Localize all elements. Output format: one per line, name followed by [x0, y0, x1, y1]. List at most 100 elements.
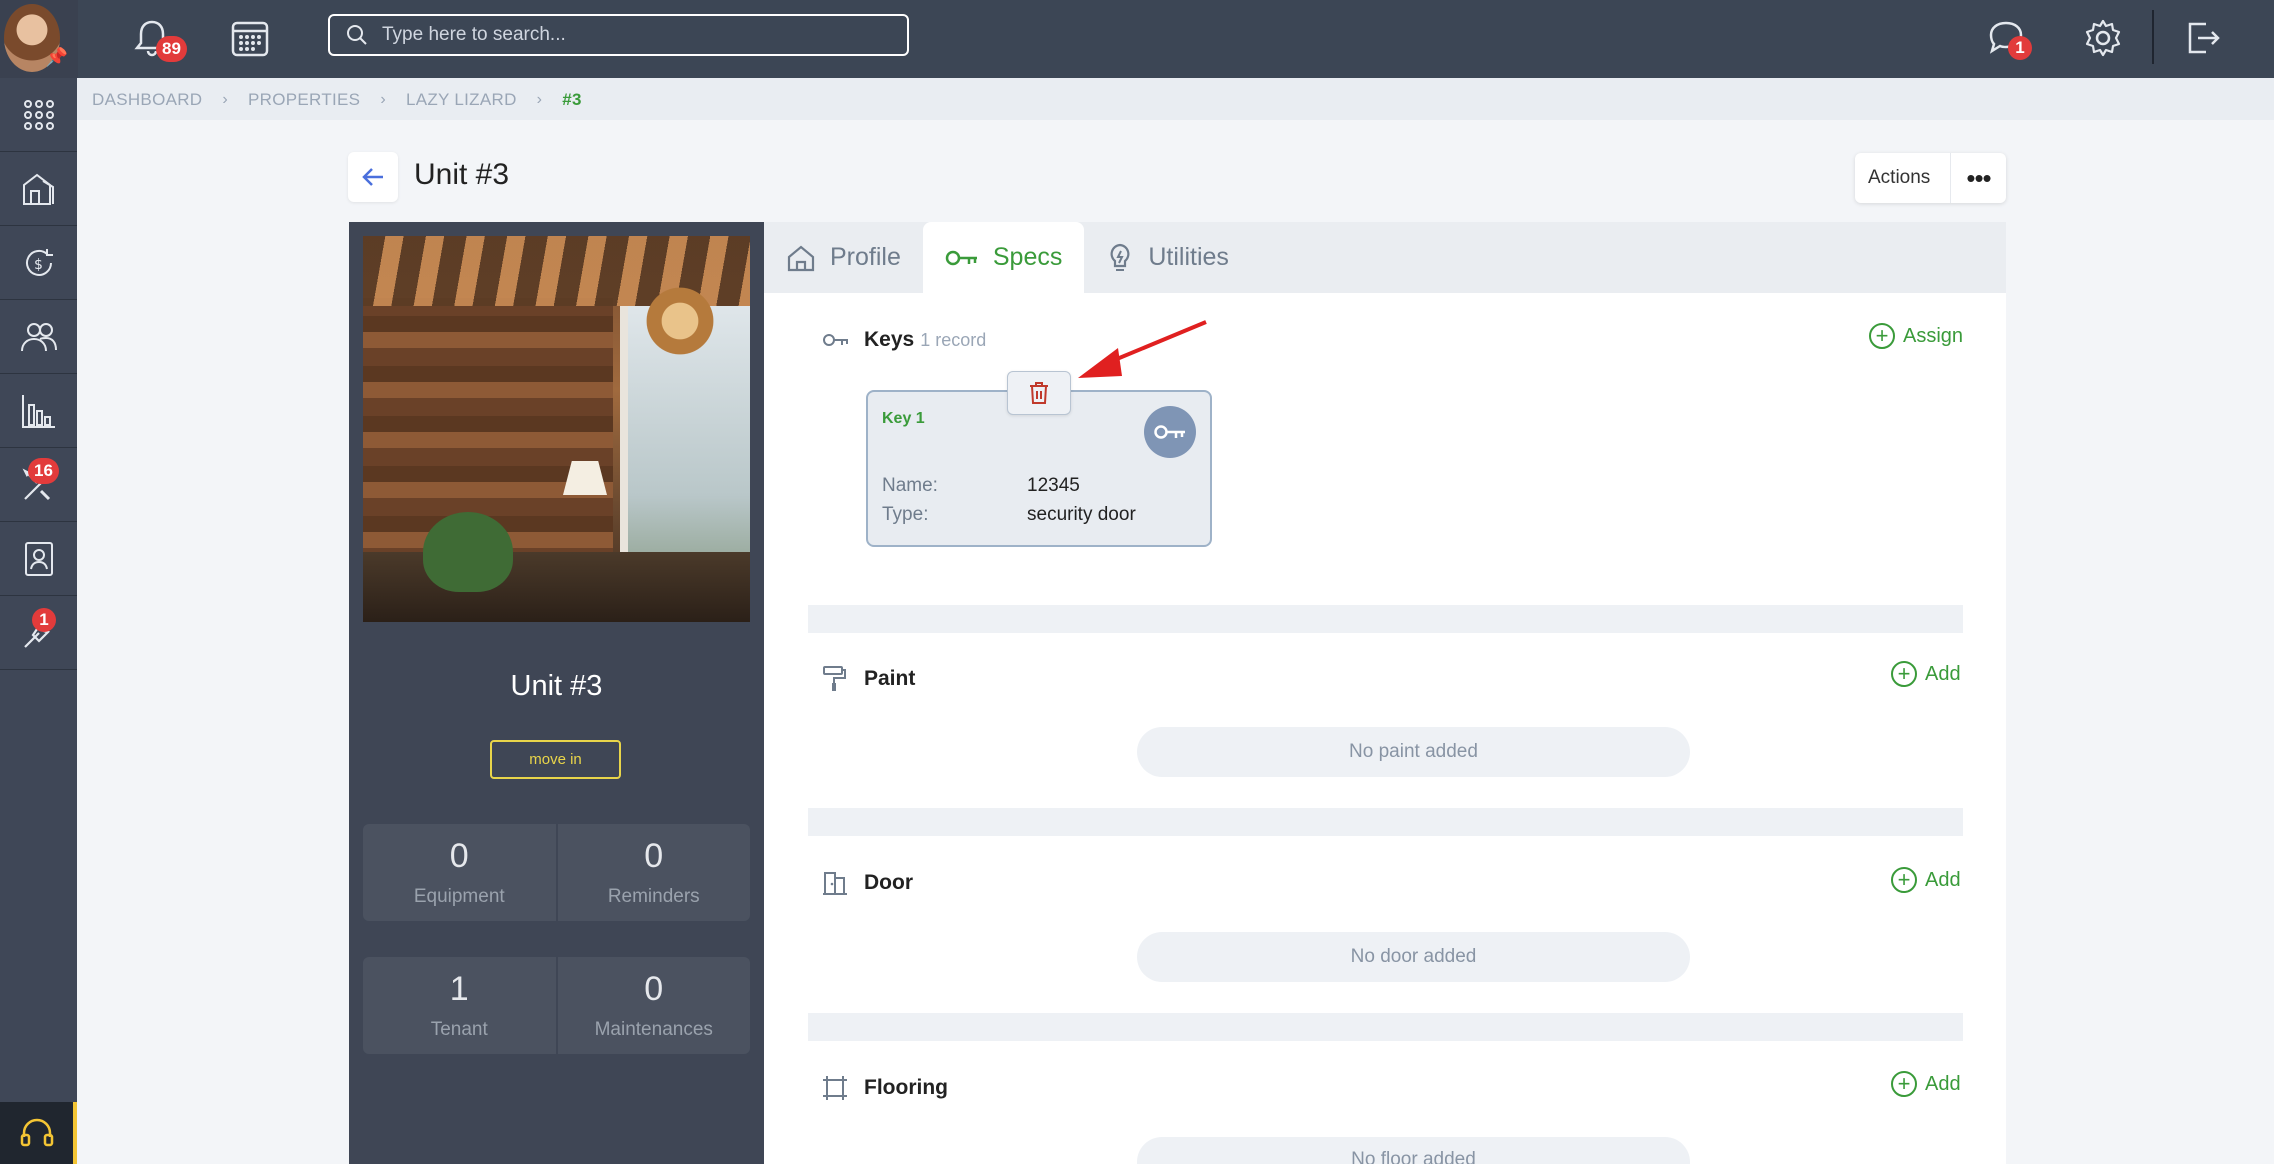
tab-label: Specs	[992, 243, 1063, 271]
breadcrumb-current: #3	[562, 90, 582, 109]
stat-equipment[interactable]: 0 Equipment	[363, 824, 556, 921]
svg-text:$: $	[34, 257, 43, 273]
stat-value: 1	[449, 970, 469, 1008]
key-icon	[823, 334, 848, 346]
stat-label: Tenant	[430, 1019, 488, 1040]
sidebar-item-finance[interactable]: $	[0, 226, 77, 300]
tab-utilities[interactable]: Utilities	[1084, 222, 1251, 293]
stat-tenant[interactable]: 1 Tenant	[363, 957, 556, 1054]
stats-row-2: 1 Tenant 0 Maintenances	[363, 957, 750, 1054]
stat-reminders[interactable]: 0 Reminders	[555, 824, 751, 921]
breadcrumb-dashboard[interactable]: DASHBOARD	[92, 90, 202, 110]
trash-icon	[1030, 382, 1048, 404]
gear-icon	[2085, 19, 2121, 57]
add-paint-button[interactable]: + Add	[1891, 661, 1961, 687]
arrow-left-icon	[362, 168, 383, 186]
add-label: Add	[1925, 1072, 1961, 1095]
actions-label[interactable]: Actions	[1855, 167, 1950, 189]
tab-bar: Profile Specs Utilities	[764, 222, 2006, 293]
support-button[interactable]	[0, 1102, 77, 1164]
stat-label: Maintenances	[594, 1019, 713, 1040]
properties-icon	[22, 173, 54, 205]
stat-value: 0	[644, 970, 664, 1008]
key-type-value: security door	[1027, 504, 1136, 525]
stat-value: 0	[644, 837, 664, 875]
sidebar-item-tools[interactable]: 1	[0, 596, 77, 670]
move-in-button[interactable]: move in	[490, 740, 621, 779]
key-type-label: Type:	[882, 504, 929, 525]
pin-icon[interactable]: 📌	[46, 47, 68, 68]
plus-circle-icon: +	[1891, 867, 1917, 893]
breadcrumb-property[interactable]: LAZY LIZARD	[406, 90, 517, 110]
annotation-arrow	[1078, 320, 1207, 378]
people-icon	[20, 322, 57, 351]
key-icon	[945, 250, 977, 265]
user-avatar[interactable]: 📌	[0, 0, 78, 78]
more-options-icon[interactable]: •••	[1950, 153, 2006, 203]
apps-grid-icon	[23, 99, 54, 130]
top-bar: 📌 89 1	[0, 0, 2274, 78]
search-bar[interactable]	[328, 14, 909, 56]
sidebar-item-reports[interactable]	[0, 374, 77, 448]
search-input[interactable]	[382, 24, 862, 46]
tab-specs[interactable]: Specs	[922, 222, 1085, 293]
key-type-row: Type: security door	[882, 504, 1136, 526]
add-door-button[interactable]: + Add	[1891, 867, 1961, 893]
tab-profile[interactable]: Profile	[764, 222, 923, 293]
door-empty-state: No door added	[1137, 932, 1690, 982]
key-name-label: Name:	[882, 475, 938, 496]
page-title: Unit #3	[414, 158, 510, 191]
sidebar: $ 16 1	[0, 78, 77, 1164]
notifications-button[interactable]: 89	[128, 14, 187, 62]
section-title-text: Keys	[864, 328, 915, 351]
tab-label: Utilities	[1148, 243, 1229, 271]
sidebar-item-people[interactable]	[0, 300, 77, 374]
calendar-button[interactable]	[226, 14, 274, 62]
section-separator	[808, 1013, 1963, 1041]
paint-section-title: Paint	[822, 665, 915, 693]
key-name-row: Name: 12345	[882, 475, 1080, 497]
stats-row-1: 0 Equipment 0 Reminders	[363, 824, 750, 921]
messages-button[interactable]: 1	[1982, 14, 2032, 62]
settings-button[interactable]	[2079, 14, 2127, 62]
unit-detail-content: Profile Specs Utilities Keys 1 record + …	[764, 222, 2006, 1164]
unit-photo[interactable]	[363, 236, 750, 622]
sidebar-item-apps[interactable]	[0, 78, 77, 152]
sidebar-item-properties[interactable]	[0, 152, 77, 226]
add-label: Add	[1925, 662, 1961, 685]
chevron-right-icon: ›	[536, 91, 543, 108]
delete-key-button[interactable]	[1007, 371, 1071, 415]
stat-maintenances[interactable]: 0 Maintenances	[555, 957, 751, 1054]
key-avatar-icon	[1144, 406, 1196, 458]
back-button[interactable]	[348, 152, 398, 202]
headset-icon	[20, 1118, 53, 1147]
chevron-right-icon: ›	[222, 91, 229, 108]
sidebar-item-maintenance[interactable]: 16	[0, 448, 77, 522]
assign-label: Assign	[1903, 324, 1964, 347]
chevron-right-icon: ›	[380, 91, 386, 108]
topbar-divider	[2152, 10, 2154, 64]
door-icon	[823, 872, 847, 895]
finance-icon: $	[25, 248, 53, 276]
section-title-text: Door	[864, 871, 913, 894]
logout-button[interactable]	[2178, 14, 2226, 62]
paint-empty-state: No paint added	[1137, 727, 1690, 777]
breadcrumb-properties[interactable]: PROPERTIES	[248, 90, 360, 110]
search-icon	[347, 25, 367, 45]
sidebar-item-contacts[interactable]	[0, 522, 77, 596]
add-label: Add	[1925, 868, 1961, 891]
keys-section-title: Keys 1 record	[822, 328, 986, 352]
home-icon	[787, 245, 815, 271]
assign-key-button[interactable]: + Assign	[1869, 323, 1963, 349]
lightbulb-icon	[1110, 243, 1130, 271]
contacts-icon	[24, 541, 53, 576]
add-flooring-button[interactable]: + Add	[1891, 1071, 1961, 1097]
flooring-empty-state: No floor added	[1137, 1137, 1690, 1164]
record-count: 1 record	[920, 329, 987, 350]
actions-menu[interactable]: Actions •••	[1855, 153, 2006, 203]
unit-summary-panel: Unit #3 move in 0 Equipment 0 Reminders …	[349, 222, 764, 1164]
section-title-text: Paint	[864, 667, 916, 690]
flooring-icon	[823, 1076, 847, 1100]
breadcrumb: DASHBOARD › PROPERTIES › LAZY LIZARD › #…	[92, 88, 582, 112]
messages-badge: 1	[2008, 36, 2032, 60]
